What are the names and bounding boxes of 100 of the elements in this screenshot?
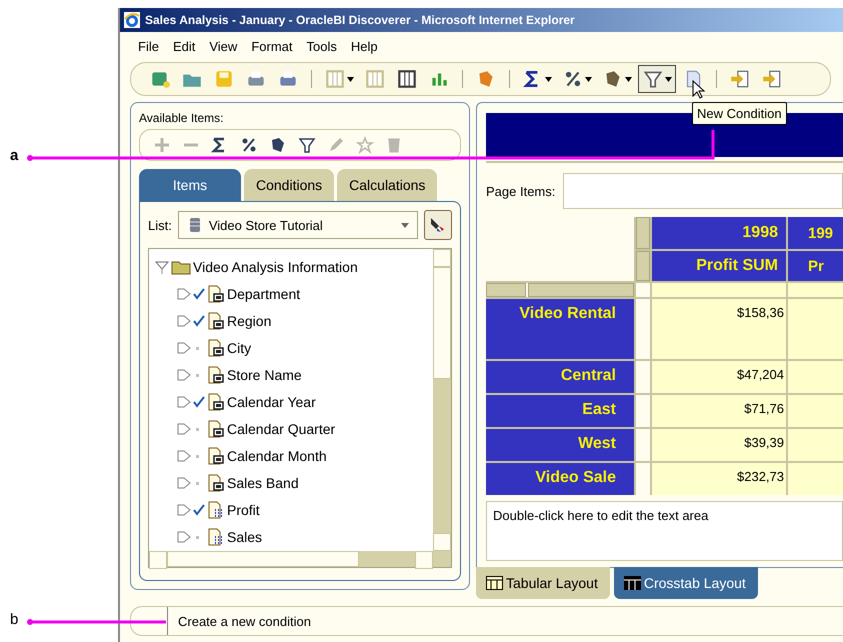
table-cell: $47,204 (652, 361, 786, 393)
table-icon (324, 68, 346, 90)
table-cell (636, 429, 650, 461)
text-area[interactable]: Double-click here to edit the text area (486, 501, 843, 561)
menu-item[interactable]: File (138, 38, 159, 54)
find-button[interactable] (424, 210, 452, 240)
expand-icon (177, 476, 191, 490)
tab[interactable]: Items (139, 169, 241, 201)
dimension-item-icon (207, 366, 225, 384)
drag-handle[interactable] (528, 283, 634, 297)
dimension-item-icon (207, 284, 225, 302)
dimension-item-icon (207, 474, 225, 492)
tree-item[interactable]: Video Analysis Information (155, 253, 433, 280)
tree-item[interactable]: Calendar Quarter (155, 415, 433, 442)
row-header: East (486, 395, 634, 427)
column-header: Profit SUM (652, 251, 786, 281)
table-cell (636, 395, 650, 427)
tree-item[interactable]: Sales Band (155, 469, 433, 496)
table-cell (636, 463, 650, 495)
caret-icon (545, 76, 552, 82)
panel-label: Available Items: (139, 111, 224, 127)
drag-handle[interactable] (486, 283, 526, 297)
tree-item[interactable]: Store Name (155, 361, 433, 388)
caret-icon (585, 76, 592, 82)
flashlight-icon (429, 216, 447, 234)
window-title: Sales Analysis - January - OracleBI Discoverer - Microsoft Internet Explorer (145, 13, 575, 27)
expand-icon (177, 448, 191, 462)
tree-item[interactable]: Profit (155, 496, 433, 523)
measure-item-icon (207, 528, 225, 546)
add-icon (152, 135, 172, 155)
table-cell: $158,36 (652, 299, 786, 359)
caret-icon (401, 222, 409, 228)
menu-item[interactable]: Help (350, 38, 378, 54)
dimension-item-icon (207, 338, 225, 356)
dropdown[interactable]: Video Store Tutorial (178, 211, 418, 239)
drag-handle[interactable] (636, 251, 650, 281)
dimension-item-icon (207, 312, 225, 330)
status-text: Create a new condition (177, 614, 311, 628)
export-icon (761, 68, 783, 90)
table-cell: $39,39 (652, 429, 786, 461)
cursor-icon (692, 80, 706, 100)
table-icon (624, 576, 641, 590)
column-header: 199 (788, 217, 843, 249)
dimension-item-icon (207, 420, 225, 438)
expand-icon (177, 530, 191, 544)
dimension-item-icon (207, 446, 225, 464)
caret-icon (665, 76, 672, 82)
crosstab-icon (396, 68, 418, 90)
remove-icon (181, 142, 201, 148)
menu-item[interactable]: Format (251, 38, 292, 54)
drag-handle[interactable] (636, 217, 650, 249)
row-header: Central (486, 361, 634, 393)
expand-icon (177, 422, 191, 436)
table-cell: $232,73 (652, 463, 786, 495)
dimension-item-icon (207, 392, 225, 410)
scrollbar[interactable] (433, 249, 451, 551)
row-header: Video Rental (486, 299, 634, 359)
table-cell (636, 299, 650, 359)
row-header: Video Sale (486, 463, 634, 495)
menu-item[interactable]: Edit (172, 38, 196, 54)
callout-label: b (10, 611, 18, 628)
tree-item[interactable]: Calendar Year (155, 388, 433, 415)
column-header: Pr (788, 251, 843, 281)
tree-item[interactable]: Sales (155, 523, 433, 550)
row-header: West (486, 429, 634, 461)
caret-icon (347, 76, 354, 82)
tree-item[interactable]: Calendar Month (155, 442, 433, 469)
tooltip: New Condition (692, 102, 787, 125)
menu-item[interactable]: View (209, 38, 238, 54)
callout-label: a (10, 147, 18, 164)
scrollbar[interactable] (149, 551, 451, 567)
sparkle-icon (355, 135, 375, 155)
table-icon (486, 576, 503, 590)
toolbar-button[interactable] (638, 65, 676, 93)
expand-icon (177, 502, 191, 516)
field-label: Page Items: (486, 184, 556, 198)
expand-icon (177, 394, 191, 408)
page-items-field[interactable] (563, 173, 843, 209)
tree-item[interactable]: City (155, 334, 433, 361)
tab[interactable]: Tabular Layout (476, 567, 610, 599)
browser-icon (124, 12, 140, 28)
tab[interactable]: Calculations (337, 169, 438, 201)
folder-icon (171, 258, 191, 274)
caret-icon (625, 76, 632, 82)
table-cell (636, 283, 650, 297)
expand-icon (177, 340, 191, 354)
field-label: List: (148, 218, 172, 232)
tree-item[interactable]: Department (155, 280, 433, 307)
column-header: 1998 (652, 217, 786, 249)
tab[interactable]: Conditions (244, 169, 334, 201)
tab[interactable]: Crosstab Layout (614, 567, 758, 599)
expand-icon (177, 368, 191, 382)
edit-table-icon (364, 68, 386, 90)
menu-item[interactable]: Tools (306, 38, 337, 54)
expand-icon (177, 314, 191, 328)
table-cell: $71,76 (652, 395, 786, 427)
import-icon (729, 68, 751, 90)
expand-icon (177, 286, 191, 300)
measure-item-icon (207, 500, 225, 518)
tree-item[interactable]: Region (155, 307, 433, 334)
